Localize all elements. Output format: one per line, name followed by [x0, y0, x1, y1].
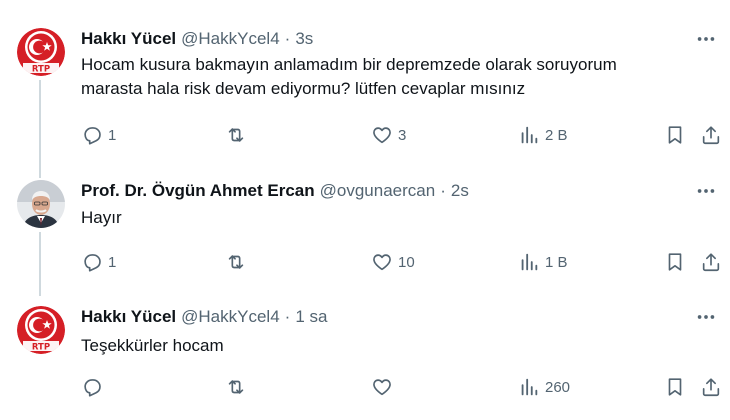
tweet-timestamp[interactable]: 1 sa: [295, 307, 327, 327]
like-button[interactable]: [371, 374, 398, 400]
turkish-crescent-star-logo: RTP: [17, 306, 65, 354]
like-button[interactable]: 10: [371, 249, 415, 275]
reply-icon: [84, 254, 101, 272]
tweet-text-line: Hocam kusura bakmayın anlamadım bir depr…: [81, 55, 617, 74]
bookmark-icon: [668, 378, 682, 396]
tweet-text-line: marasta hala risk devam ediyormu? lütfen…: [81, 79, 526, 98]
reply-button[interactable]: 1: [81, 249, 116, 275]
user-handle[interactable]: @ovgunaercan: [320, 181, 436, 201]
separator-dot: ·: [284, 307, 291, 326]
retweet-button[interactable]: [225, 122, 252, 148]
retweet-icon: [228, 380, 244, 394]
user-handle[interactable]: @HakkYcel4: [181, 29, 280, 49]
reply-button[interactable]: 1: [81, 122, 116, 148]
retweet-icon: [228, 128, 244, 142]
tweet-header: Prof. Dr. Övgün Ahmet Ercan @ovgunaercan…: [81, 180, 469, 202]
bookmark-button[interactable]: [664, 249, 686, 275]
reply-count: 1: [108, 126, 117, 144]
tweet-text: Teşekkürler hocam: [81, 334, 701, 358]
avatar-logo-text: RTP: [32, 65, 50, 75]
views-icon: [521, 126, 538, 144]
like-icon: [373, 379, 391, 396]
like-button[interactable]: 3: [371, 122, 406, 148]
avatar[interactable]: RTP: [17, 306, 65, 354]
tweet-text-line: Hayır: [81, 208, 122, 227]
bookmark-button[interactable]: [664, 122, 686, 148]
separator-dot: ·: [284, 29, 291, 48]
tweet-header: Hakkı Yücel @HakkYcel4 · 1 sa: [81, 306, 327, 328]
bookmark-icon: [668, 126, 682, 144]
tweet-actions: 1 10 1 B: [0, 249, 730, 275]
tweet-timestamp[interactable]: 2s: [451, 181, 469, 201]
bookmark-icon: [668, 253, 682, 271]
more-icon: [697, 37, 715, 41]
like-count: 10: [398, 253, 415, 271]
user-name[interactable]: Prof. Dr. Övgün Ahmet Ercan: [81, 181, 315, 201]
views-icon: [521, 253, 538, 271]
share-icon: [702, 253, 720, 272]
turkish-crescent-star-logo: RTP: [17, 28, 65, 76]
share-icon: [702, 378, 720, 397]
user-name[interactable]: Hakkı Yücel: [81, 307, 176, 327]
user-handle[interactable]: @HakkYcel4: [181, 307, 280, 327]
share-icon: [702, 126, 720, 145]
tweet-actions: 260: [0, 374, 730, 400]
tweet-header: Hakkı Yücel @HakkYcel4 · 3s: [81, 28, 313, 50]
tweet-text: Hocam kusura bakmayın anlamadım bir depr…: [81, 53, 701, 101]
profile-photo: [17, 180, 65, 228]
tweet-timestamp[interactable]: 3s: [295, 29, 313, 49]
views-count: 1 B: [545, 253, 568, 271]
views-button[interactable]: 2 B: [518, 122, 568, 148]
share-button[interactable]: [700, 249, 722, 275]
retweet-button[interactable]: [225, 374, 252, 400]
more-options-button[interactable]: [694, 28, 718, 50]
more-options-button[interactable]: [694, 306, 718, 328]
share-button[interactable]: [700, 122, 722, 148]
share-button[interactable]: [700, 374, 722, 400]
avatar-logo-text: RTP: [32, 343, 50, 353]
views-button[interactable]: 260: [518, 374, 570, 400]
tweet-text: Hayır: [81, 206, 701, 230]
reply-count: 1: [108, 253, 117, 271]
avatar[interactable]: [17, 180, 65, 228]
more-icon: [697, 315, 715, 319]
like-icon: [373, 127, 391, 144]
retweet-button[interactable]: [225, 249, 252, 275]
reply-button[interactable]: [81, 374, 108, 400]
user-name[interactable]: Hakkı Yücel: [81, 29, 176, 49]
separator-dot: ·: [440, 181, 446, 200]
views-icon: [521, 378, 538, 396]
views-count: 260: [545, 378, 571, 396]
reply-icon: [84, 379, 101, 397]
bookmark-button[interactable]: [664, 374, 686, 400]
tweet-text-line: Teşekkürler hocam: [81, 336, 224, 355]
more-icon: [697, 189, 715, 193]
views-count: 2 B: [545, 126, 568, 144]
tweet-actions: 1 3 2 B: [0, 122, 730, 148]
avatar[interactable]: RTP: [17, 28, 65, 76]
like-count: 3: [398, 126, 407, 144]
views-button[interactable]: 1 B: [518, 249, 568, 275]
retweet-icon: [228, 255, 244, 269]
more-options-button[interactable]: [694, 180, 718, 202]
like-icon: [373, 254, 391, 271]
reply-icon: [84, 127, 101, 145]
